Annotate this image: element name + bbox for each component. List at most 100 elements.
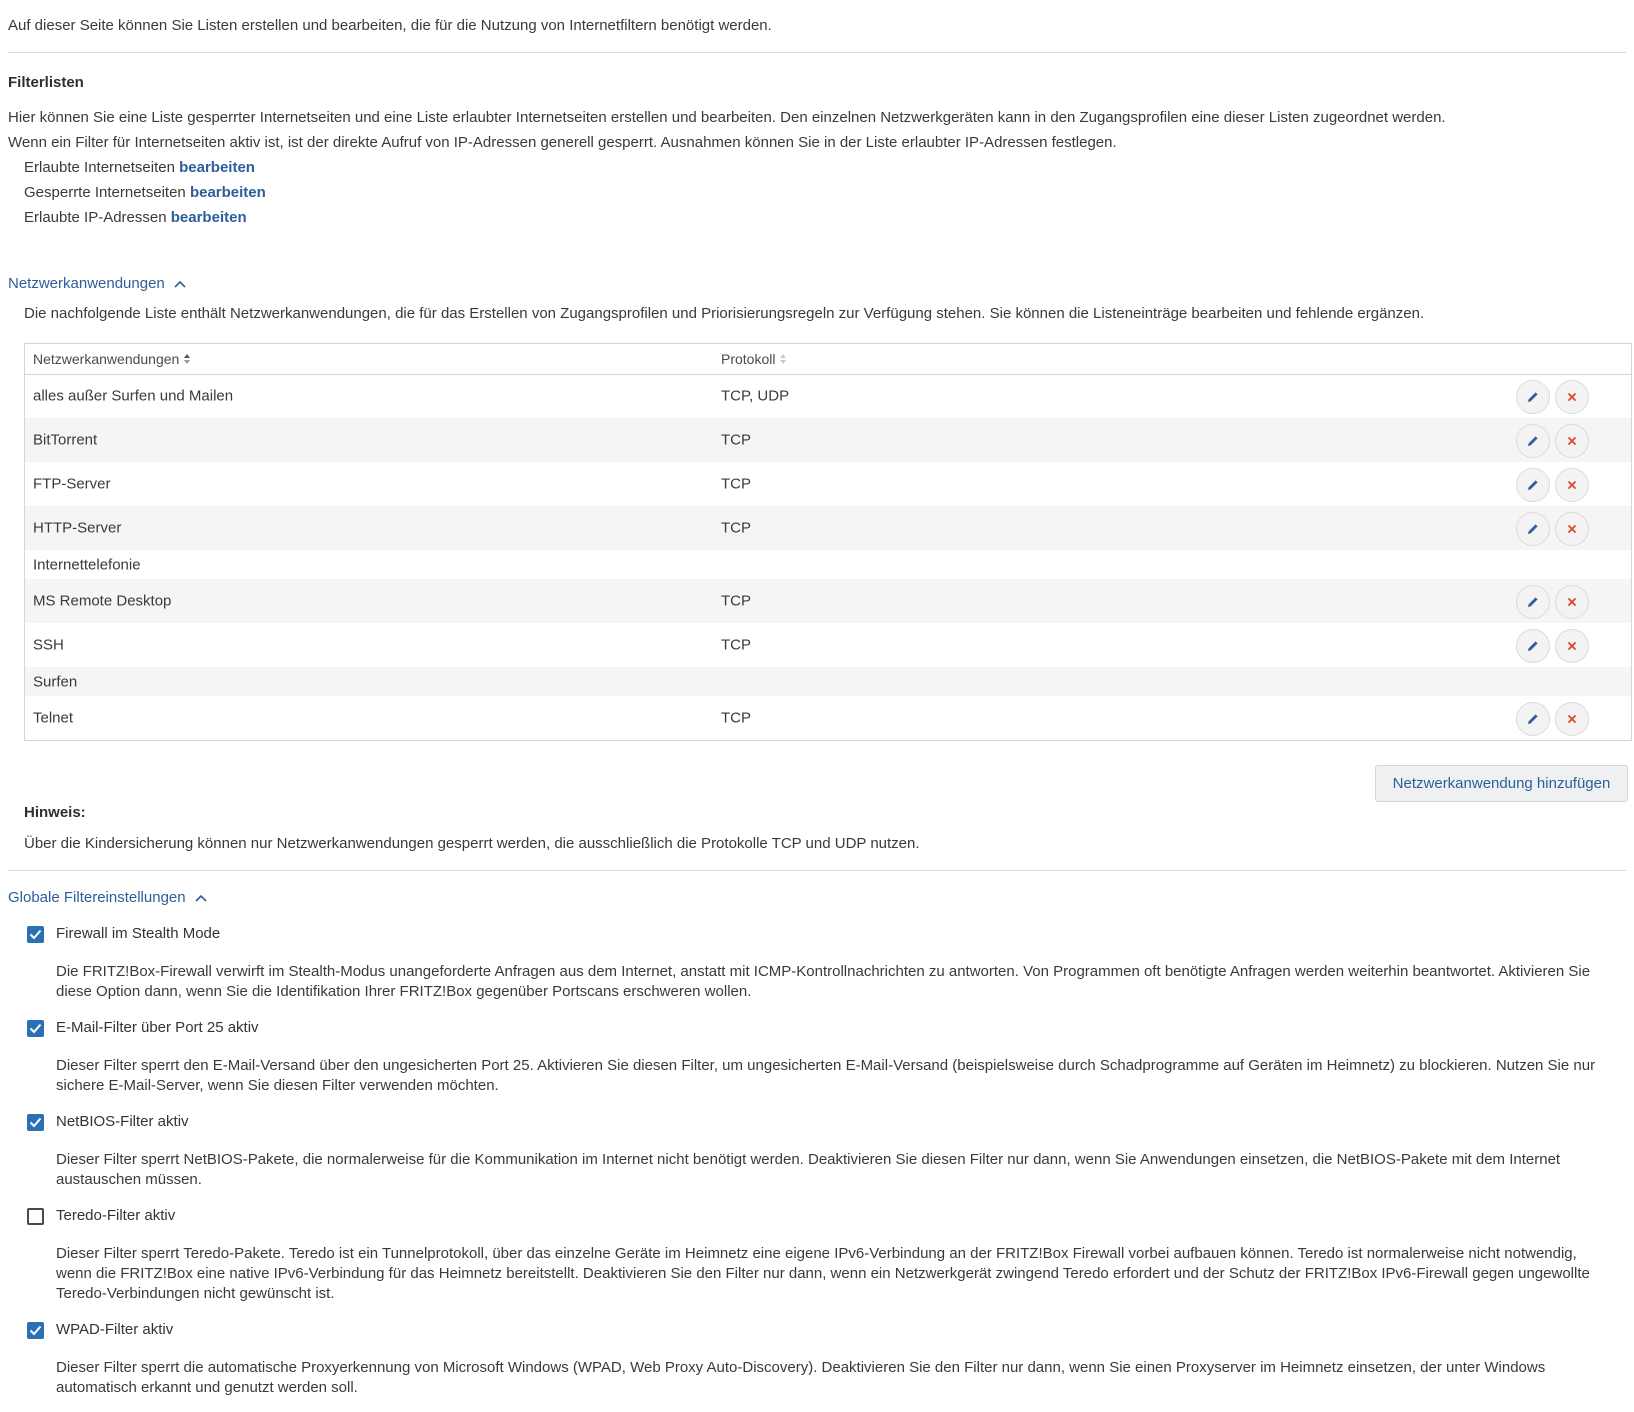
filterlist-item-label: Gesperrte Internetseiten	[24, 184, 186, 201]
option-checkbox[interactable]	[27, 926, 44, 943]
application-name-cell: BitTorrent	[33, 431, 98, 449]
option-label[interactable]: E-Mail-Filter über Port 25 aktiv	[56, 1019, 259, 1036]
option-checkbox[interactable]	[27, 1020, 44, 1037]
close-icon	[1568, 598, 1576, 606]
protocol-cell: TCP	[721, 592, 751, 610]
edit-button[interactable]	[1516, 629, 1550, 663]
table-row: MS Remote Desktop TCP	[25, 579, 1631, 623]
close-icon	[1568, 642, 1576, 650]
edit-button[interactable]	[1516, 424, 1550, 458]
option-label[interactable]: NetBIOS-Filter aktiv	[56, 1113, 189, 1130]
edit-allowed-ips-link[interactable]: bearbeiten	[171, 209, 247, 226]
application-name-cell: MS Remote Desktop	[33, 592, 172, 610]
filterlist-item-allowed-ips: Erlaubte IP-Adressen bearbeiten	[24, 209, 247, 226]
option-checkbox[interactable]	[27, 1114, 44, 1131]
edit-button[interactable]	[1516, 468, 1550, 502]
option-description: Dieser Filter sperrt den E-Mail-Versand …	[56, 1057, 1596, 1094]
application-name-cell: FTP-Server	[33, 475, 111, 493]
pencil-icon	[1528, 714, 1538, 724]
table-row: Telnet TCP	[25, 696, 1631, 740]
pencil-icon	[1528, 436, 1538, 446]
delete-button[interactable]	[1555, 380, 1589, 414]
application-name-cell: Surfen	[33, 673, 78, 690]
filterlisten-title: Filterlisten	[8, 74, 84, 91]
application-name-cell: HTTP-Server	[33, 519, 122, 537]
close-icon	[1568, 437, 1576, 445]
filterlisten-text-2: Wenn ein Filter für Internetseiten aktiv…	[8, 134, 1117, 151]
global-filter-heading: Globale Filtereinstellungen	[8, 889, 186, 906]
delete-button[interactable]	[1555, 468, 1589, 502]
divider	[8, 52, 1626, 53]
table-row: alles außer Surfen und Mailen TCP, UDP	[25, 374, 1631, 418]
pencil-icon	[1528, 597, 1538, 607]
delete-button[interactable]	[1555, 424, 1589, 458]
edit-button[interactable]	[1516, 585, 1550, 619]
edit-button[interactable]	[1516, 512, 1550, 546]
option-description: Dieser Filter sperrt die automatische Pr…	[56, 1359, 1546, 1396]
add-network-application-button[interactable]: Netzwerkanwendung hinzufügen	[1375, 765, 1628, 802]
option-description: Die FRITZ!Box-Firewall verwirft im Steal…	[56, 963, 1591, 1000]
edit-button[interactable]	[1516, 702, 1550, 736]
protocol-cell: TCP	[721, 709, 751, 727]
application-name-cell: alles außer Surfen und Mailen	[33, 387, 234, 405]
chevron-up-icon	[195, 894, 207, 902]
column-header-netzwerkanwendungen[interactable]: Netzwerkanwendungen	[33, 351, 191, 367]
protocol-cell: TCP	[721, 519, 751, 537]
delete-button[interactable]	[1555, 512, 1589, 546]
table-row: HTTP-Server TCP	[25, 506, 1631, 550]
netzwerkanwendungen-heading: Netzwerkanwendungen	[8, 275, 165, 292]
option-label[interactable]: Teredo-Filter aktiv	[56, 1207, 175, 1224]
global-filter-toggle[interactable]: Globale Filtereinstellungen	[8, 889, 208, 906]
option-description: Dieser Filter sperrt Teredo-Pakete. Tere…	[56, 1245, 1590, 1302]
edit-allowed-sites-link[interactable]: bearbeiten	[179, 159, 255, 176]
table-row: FTP-Server TCP	[25, 462, 1631, 506]
close-icon	[1568, 715, 1576, 723]
hint-text: Über die Kindersicherung können nur Netz…	[24, 835, 920, 852]
sort-ascending-icon	[184, 354, 191, 364]
option-description: Dieser Filter sperrt NetBIOS-Pakete, die…	[56, 1151, 1561, 1188]
table-row: BitTorrent TCP	[25, 418, 1631, 462]
pencil-icon	[1528, 480, 1538, 490]
checkmark-icon	[29, 1023, 42, 1034]
checkmark-icon	[29, 929, 42, 940]
table-row: Internettelefonie	[25, 550, 1631, 579]
option-label[interactable]: Firewall im Stealth Mode	[56, 925, 220, 942]
filterlist-item-label: Erlaubte Internetseiten	[24, 159, 175, 176]
netzwerkanwendungen-description: Die nachfolgende Liste enthält Netzwerka…	[24, 305, 1425, 322]
option-label[interactable]: WPAD-Filter aktiv	[56, 1321, 173, 1338]
delete-button[interactable]	[1555, 585, 1589, 619]
protocol-cell: TCP	[721, 636, 751, 654]
netzwerkanwendungen-table: Netzwerkanwendungen Protokoll alles auße…	[24, 343, 1632, 741]
protocol-cell: TCP	[721, 431, 751, 449]
table-header: Netzwerkanwendungen Protokoll	[25, 344, 1631, 375]
table-row: SSH TCP	[25, 623, 1631, 667]
checkmark-icon	[29, 1117, 42, 1128]
filterlist-item-blocked-sites: Gesperrte Internetseiten bearbeiten	[24, 184, 266, 201]
edit-button[interactable]	[1516, 380, 1550, 414]
application-name-cell: SSH	[33, 636, 64, 654]
application-name-cell: Internettelefonie	[33, 556, 141, 573]
edit-blocked-sites-link[interactable]: bearbeiten	[190, 184, 266, 201]
column-header-label: Protokoll	[721, 351, 776, 367]
table-row: Surfen	[25, 667, 1631, 696]
close-icon	[1568, 525, 1576, 533]
application-name-cell: Telnet	[33, 709, 74, 727]
option-checkbox[interactable]	[27, 1322, 44, 1339]
close-icon	[1568, 481, 1576, 489]
pencil-icon	[1528, 392, 1538, 402]
filter-lists-page: Auf dieser Seite können Sie Listen erste…	[0, 0, 1634, 1412]
column-header-label: Netzwerkanwendungen	[33, 351, 180, 367]
option-checkbox[interactable]	[27, 1208, 44, 1225]
column-header-protokoll[interactable]: Protokoll	[721, 351, 787, 367]
close-icon	[1568, 393, 1576, 401]
pencil-icon	[1528, 524, 1538, 534]
intro-text: Auf dieser Seite können Sie Listen erste…	[8, 17, 772, 34]
filterlisten-text-1: Hier können Sie eine Liste gesperrter In…	[8, 109, 1446, 126]
divider	[8, 870, 1626, 871]
delete-button[interactable]	[1555, 629, 1589, 663]
hint-title: Hinweis:	[24, 804, 86, 821]
protocol-cell: TCP	[721, 475, 751, 493]
delete-button[interactable]	[1555, 702, 1589, 736]
chevron-up-icon	[174, 280, 186, 288]
netzwerkanwendungen-toggle[interactable]: Netzwerkanwendungen	[8, 275, 187, 292]
